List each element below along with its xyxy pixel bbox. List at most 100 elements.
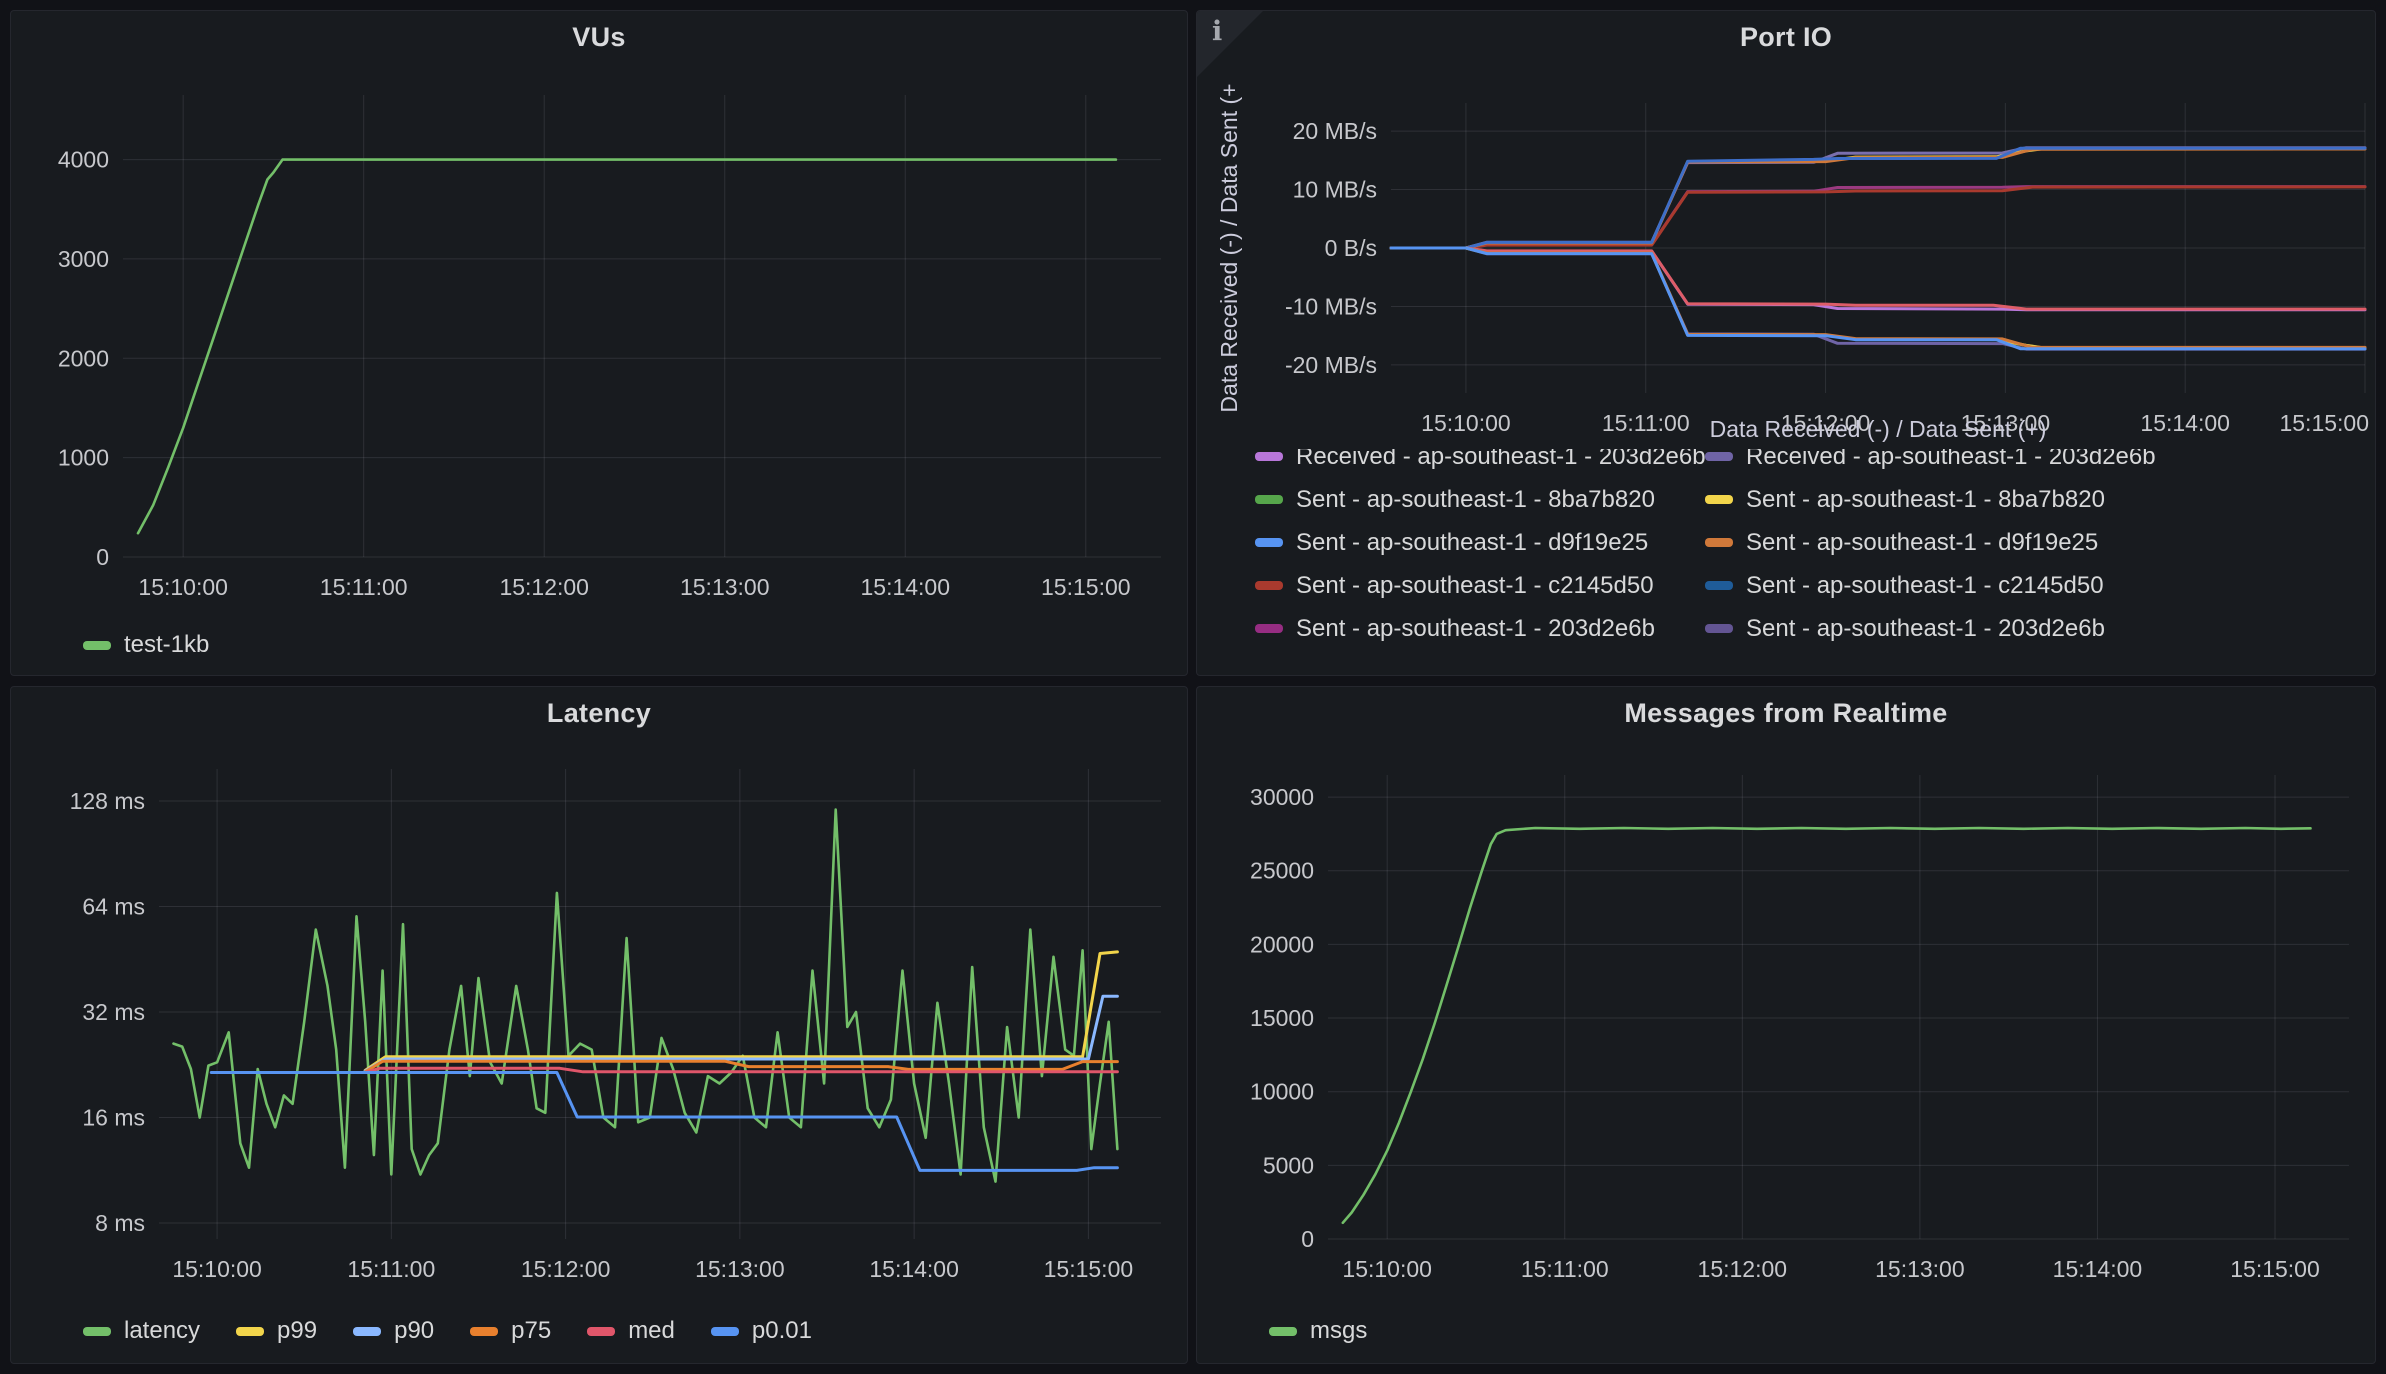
legend-item[interactable]: msgs (1269, 1317, 1367, 1345)
legend-item[interactable]: Sent - ap-southeast-1 - c2145d50 (1705, 572, 2375, 600)
legend-label: p99 (277, 1317, 317, 1345)
legend-label: test-1kb (124, 631, 209, 659)
messages-legend: msgs (1197, 1299, 2375, 1363)
legend-item[interactable]: Sent - ap-southeast-1 - d9f19e25 (1255, 529, 1705, 557)
grafana-dashboard: { "theme": { "page_bg": "#111217", "pane… (0, 0, 2386, 1374)
legend-label: Sent - ap-southeast-1 - d9f19e25 (1296, 529, 1648, 557)
legend-item[interactable]: Received - ap-southeast-1 - 203d2e6b (1705, 449, 2375, 471)
legend-item[interactable]: p90 (353, 1317, 434, 1345)
panel-messages-header: Messages from Realtime (1197, 687, 2375, 739)
svg-text:15:14:00: 15:14:00 (869, 1256, 959, 1282)
legend-label: Received - ap-southeast-1 - 203d2e6b (1296, 449, 1706, 471)
legend-swatch (83, 1327, 111, 1336)
svg-text:15:13:00: 15:13:00 (695, 1256, 785, 1282)
svg-text:15:15:00: 15:15:00 (2279, 410, 2369, 436)
svg-text:30000: 30000 (1250, 784, 1314, 810)
legend-label: Received - ap-southeast-1 - 203d2e6b (1746, 449, 2156, 471)
svg-text:15:15:00: 15:15:00 (1041, 574, 1131, 600)
svg-text:10000: 10000 (1250, 1079, 1314, 1105)
svg-text:8 ms: 8 ms (95, 1210, 145, 1236)
legend-swatch (353, 1327, 381, 1336)
svg-text:15:15:00: 15:15:00 (2230, 1256, 2320, 1282)
legend-item[interactable]: med (587, 1317, 675, 1345)
svg-text:15:12:00: 15:12:00 (499, 574, 589, 600)
legend-swatch (1255, 538, 1283, 547)
legend-swatch (1705, 538, 1733, 547)
legend-item[interactable]: Sent - ap-southeast-1 - 203d2e6b (1255, 615, 1705, 643)
vus-legend: test-1kb (11, 613, 1187, 676)
svg-text:10 MB/s: 10 MB/s (1293, 177, 1377, 203)
legend-swatch (587, 1327, 615, 1336)
legend-swatch (1255, 452, 1283, 461)
svg-text:-20 MB/s: -20 MB/s (1285, 352, 1377, 378)
legend-item[interactable]: Sent - ap-southeast-1 - 203d2e6b (1705, 615, 2375, 643)
legend-label: p75 (511, 1317, 551, 1345)
svg-text:15:10:00: 15:10:00 (172, 1256, 262, 1282)
legend-label: Sent - ap-southeast-1 - 203d2e6b (1296, 615, 1655, 643)
legend-swatch (236, 1327, 264, 1336)
panel-vus-title[interactable]: VUs (572, 22, 625, 53)
port-io-chart[interactable]: 20 MB/s 10 MB/s 0 B/s -10 MB/s -20 MB/s 15:10… (1197, 63, 2375, 449)
svg-text:15:10:00: 15:10:00 (1421, 410, 1511, 436)
panel-vus: VUs 0100020003000400015:10:0015:11:0015:… (10, 10, 1188, 676)
panel-port-io-title[interactable]: Port IO (1740, 22, 1832, 53)
svg-text:128 ms: 128 ms (70, 788, 145, 814)
legend-item[interactable]: p75 (470, 1317, 551, 1345)
legend-label: p90 (394, 1317, 434, 1345)
svg-text:15:10:00: 15:10:00 (1342, 1256, 1432, 1282)
legend-swatch (1705, 495, 1733, 504)
panel-messages: Messages from Realtime 05000100001500020… (1196, 686, 2376, 1364)
legend-swatch (1255, 581, 1283, 590)
svg-text:15:15:00: 15:15:00 (1044, 1256, 1134, 1282)
port-io-legend-clip: Received - ap-southeast-1 - 203d2e6b Sent… (1197, 449, 2375, 675)
svg-text:3000: 3000 (58, 246, 109, 272)
legend-item[interactable]: Sent - ap-southeast-1 - c2145d50 (1255, 572, 1705, 600)
svg-text:Data Received (-) / Data Sent: Data Received (-) / Data Sent (+ (1216, 83, 1242, 412)
legend-item[interactable]: p99 (236, 1317, 317, 1345)
legend-item[interactable]: test-1kb (83, 631, 209, 659)
svg-text:20 MB/s: 20 MB/s (1293, 118, 1377, 144)
legend-swatch (1269, 1327, 1297, 1336)
vus-chart[interactable]: 0100020003000400015:10:0015:11:0015:12:0… (11, 63, 1187, 613)
panel-latency: Latency 8 ms16 ms32 ms64 ms128 ms15:10:0… (10, 686, 1188, 1364)
svg-text:15:14:00: 15:14:00 (2053, 1256, 2143, 1282)
legend-label: Sent - ap-southeast-1 - 203d2e6b (1746, 615, 2105, 643)
svg-text:15:14:00: 15:14:00 (860, 574, 950, 600)
svg-text:15:12:00: 15:12:00 (521, 1256, 611, 1282)
legend-swatch (83, 641, 111, 650)
legend-item[interactable]: Sent - ap-southeast-1 - 8ba7b820 (1255, 486, 1705, 514)
legend-item[interactable]: p0.01 (711, 1317, 812, 1345)
port-io-legend: Received - ap-southeast-1 - 203d2e6b Sent… (1255, 449, 2375, 650)
svg-text:16 ms: 16 ms (82, 1104, 145, 1130)
legend-label: Sent - ap-southeast-1 - d9f19e25 (1746, 529, 2098, 557)
svg-text:15:11:00: 15:11:00 (320, 574, 408, 600)
legend-item[interactable]: Received - ap-southeast-1 - 203d2e6b (1255, 449, 1705, 471)
svg-text:15:10:00: 15:10:00 (138, 574, 228, 600)
legend-item[interactable]: latency (83, 1317, 200, 1345)
svg-text:Data Received (-) / Data Sent: Data Received (-) / Data Sent (+) (1710, 416, 2047, 442)
legend-swatch (711, 1327, 739, 1336)
latency-legend: latency p99 p90 p75 med p0.01 (11, 1299, 1187, 1363)
svg-text:0 B/s: 0 B/s (1325, 235, 1377, 261)
svg-text:15:11:00: 15:11:00 (1521, 1256, 1609, 1282)
legend-item[interactable]: Sent - ap-southeast-1 - d9f19e25 (1705, 529, 2375, 557)
legend-item[interactable]: Sent - ap-southeast-1 - 8ba7b820 (1705, 486, 2375, 514)
svg-text:20000: 20000 (1250, 931, 1314, 957)
panel-latency-title[interactable]: Latency (547, 698, 651, 729)
svg-text:4000: 4000 (58, 147, 109, 173)
legend-swatch (1705, 452, 1733, 461)
legend-swatch (1705, 624, 1733, 633)
messages-chart[interactable]: 05000100001500020000250003000015:10:0015… (1197, 739, 2375, 1299)
panel-info-corner-icon[interactable] (1197, 11, 1263, 77)
svg-text:0: 0 (1301, 1226, 1314, 1252)
svg-text:15:11:00: 15:11:00 (347, 1256, 435, 1282)
panel-messages-title[interactable]: Messages from Realtime (1624, 698, 1947, 729)
svg-text:0: 0 (96, 544, 109, 570)
latency-chart[interactable]: 8 ms16 ms32 ms64 ms128 ms15:10:0015:11:0… (11, 739, 1187, 1299)
panel-latency-header: Latency (11, 687, 1187, 739)
svg-text:64 ms: 64 ms (82, 894, 145, 920)
legend-swatch (1255, 624, 1283, 633)
svg-text:-10 MB/s: -10 MB/s (1285, 293, 1377, 319)
legend-label: latency (124, 1317, 200, 1345)
svg-text:1000: 1000 (58, 445, 109, 471)
